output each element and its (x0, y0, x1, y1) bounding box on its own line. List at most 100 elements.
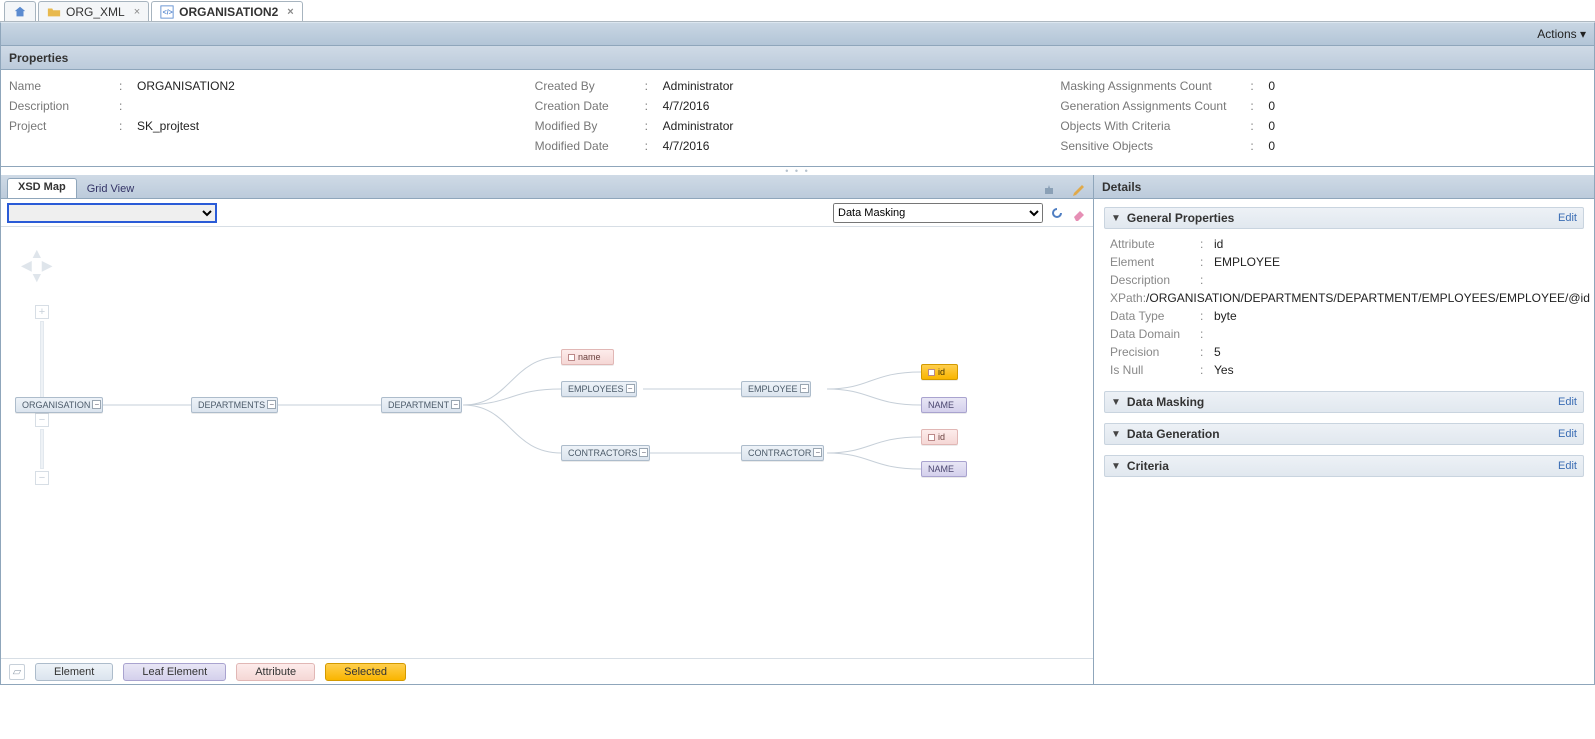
collapse-icon[interactable]: − (92, 400, 101, 409)
prop-sensitive-label: Sensitive Objects (1060, 136, 1250, 156)
kv-xpath-value: /ORGANISATION/DEPARTMENTS/DEPARTMENT/EMP… (1146, 289, 1590, 307)
legend-element: Element (35, 663, 113, 681)
node-contractor-id-attr[interactable]: id (921, 429, 958, 445)
properties-title: Properties (9, 51, 68, 65)
actions-bar: Actions (0, 22, 1595, 46)
edit-link[interactable]: Edit (1558, 396, 1577, 408)
node-contractor-name[interactable]: NAME (921, 461, 967, 477)
refresh-icon[interactable] (1049, 205, 1065, 221)
edit-link[interactable]: Edit (1558, 212, 1577, 224)
properties-header: Properties (0, 46, 1595, 70)
prop-createdby-value: Administrator (663, 76, 734, 96)
collapse-icon[interactable]: − (813, 448, 822, 457)
tab-xsd-map[interactable]: XSD Map (7, 178, 77, 198)
tab-org-xml[interactable]: ORG_XML × (38, 1, 149, 21)
collapse-icon[interactable]: − (626, 384, 635, 393)
node-employee[interactable]: EMPLOYEE− (741, 381, 811, 397)
node-departments[interactable]: DEPARTMENTS− (191, 397, 278, 413)
zoom-mid-button[interactable]: − (35, 413, 49, 427)
edit-link[interactable]: Edit (1558, 460, 1577, 472)
kv-description-label: Description (1110, 271, 1200, 289)
tab-organisation2[interactable]: </> ORGANISATION2 × (151, 1, 303, 21)
close-icon[interactable]: × (134, 6, 140, 18)
kv-datadomain-label: Data Domain (1110, 325, 1200, 343)
mode-select[interactable]: Data Masking (833, 203, 1043, 223)
kv-description-value (1214, 271, 1578, 289)
kv-isnull-value: Yes (1214, 361, 1578, 379)
kv-datadomain-value (1214, 325, 1578, 343)
prop-sensitive-value: 0 (1268, 136, 1275, 156)
node-employee-name[interactable]: NAME (921, 397, 967, 413)
node-dept-name-attr[interactable]: name (561, 349, 614, 365)
section-data-generation[interactable]: ▼ Data Generation Edit (1104, 423, 1584, 445)
xsd-canvas[interactable]: ▲ ◀▶ ▼ + − − (1, 227, 1093, 658)
prop-createdby-label: Created By (535, 76, 645, 96)
prop-modifieddate-value: 4/7/2016 (663, 136, 710, 156)
close-icon[interactable]: × (287, 6, 293, 18)
node-path-select[interactable] (7, 203, 217, 223)
edit-link[interactable]: Edit (1558, 428, 1577, 440)
zoom-slider[interactable]: + − − (35, 305, 49, 485)
prop-modifiedby-value: Administrator (663, 116, 734, 136)
node-department[interactable]: DEPARTMENT− (381, 397, 462, 413)
kv-datatype-value: byte (1214, 307, 1578, 325)
prop-description-label: Description (9, 96, 119, 116)
collapse-icon[interactable]: − (267, 400, 276, 409)
node-contractor[interactable]: CONTRACTOR− (741, 445, 824, 461)
prop-name-value: ORGANISATION2 (137, 76, 235, 96)
prop-modifiedby-label: Modified By (535, 116, 645, 136)
collapse-triangle-icon: ▼ (1111, 429, 1121, 440)
export-icon[interactable] (1041, 182, 1057, 198)
node-employees[interactable]: EMPLOYEES− (561, 381, 637, 397)
actions-dropdown[interactable]: Actions (1537, 27, 1586, 41)
collapse-triangle-icon: ▼ (1111, 461, 1121, 472)
section-general-properties[interactable]: ▼ General Properties Edit (1104, 207, 1584, 229)
kv-xpath-label: XPath (1110, 289, 1143, 307)
prop-creationdate-label: Creation Date (535, 96, 645, 116)
prop-modifieddate-label: Modified Date (535, 136, 645, 156)
tab-label: ORGANISATION2 (179, 5, 278, 19)
svg-text:</>: </> (163, 9, 173, 16)
prop-project-value: SK_projtest (137, 116, 199, 136)
node-organisation[interactable]: ORGANISATION− (15, 397, 103, 413)
collapse-icon[interactable]: − (639, 448, 648, 457)
general-properties-body: Attribute:id Element:EMPLOYEE Descriptio… (1104, 229, 1584, 381)
eraser-icon[interactable] (1071, 205, 1087, 221)
section-data-masking[interactable]: ▼ Data Masking Edit (1104, 391, 1584, 413)
folder-icon (47, 5, 61, 19)
expand-all-icon[interactable]: ▱ (9, 664, 25, 680)
kv-isnull-label: Is Null (1110, 361, 1200, 379)
section-criteria[interactable]: ▼ Criteria Edit (1104, 455, 1584, 477)
tab-home[interactable] (4, 1, 36, 21)
legend-attribute: Attribute (236, 663, 315, 681)
legend-leaf-element: Leaf Element (123, 663, 226, 681)
collapse-triangle-icon: ▼ (1111, 397, 1121, 408)
tab-label: ORG_XML (66, 5, 125, 19)
prop-criteria-label: Objects With Criteria (1060, 116, 1250, 136)
collapse-icon[interactable]: − (800, 384, 809, 393)
prop-creationdate-value: 4/7/2016 (663, 96, 710, 116)
legend-selected: Selected (325, 663, 406, 681)
tab-grid-view[interactable]: Grid View (87, 180, 134, 198)
zoom-in-button[interactable]: + (35, 305, 49, 319)
horizontal-splitter[interactable]: • • • (0, 167, 1595, 175)
kv-precision-value: 5 (1214, 343, 1578, 361)
prop-gencount-label: Generation Assignments Count (1060, 96, 1250, 116)
node-employee-id-attr[interactable]: id (921, 364, 958, 380)
zoom-out-button[interactable]: − (35, 471, 49, 485)
open-tabs-bar: ORG_XML × </> ORGANISATION2 × (0, 0, 1595, 22)
kv-element-value: EMPLOYEE (1214, 253, 1578, 271)
prop-maskcount-value: 0 (1268, 76, 1275, 96)
collapse-icon[interactable]: − (451, 400, 460, 409)
details-pane: Details ▼ General Properties Edit Attrib… (1094, 175, 1594, 684)
kv-attribute-value: id (1214, 235, 1578, 253)
kv-element-label: Element (1110, 253, 1200, 271)
edit-pencil-icon[interactable] (1071, 182, 1087, 198)
prop-gencount-value: 0 (1268, 96, 1275, 116)
prop-project-label: Project (9, 116, 119, 136)
pan-controls[interactable]: ▲ ◀▶ ▼ (21, 247, 53, 283)
node-contractors[interactable]: CONTRACTORS− (561, 445, 650, 461)
prop-criteria-value: 0 (1268, 116, 1275, 136)
xml-doc-icon: </> (160, 5, 174, 19)
xsd-map-pane: XSD Map Grid View Data Masking ▲ ◀▶ ▼ + … (1, 175, 1094, 684)
